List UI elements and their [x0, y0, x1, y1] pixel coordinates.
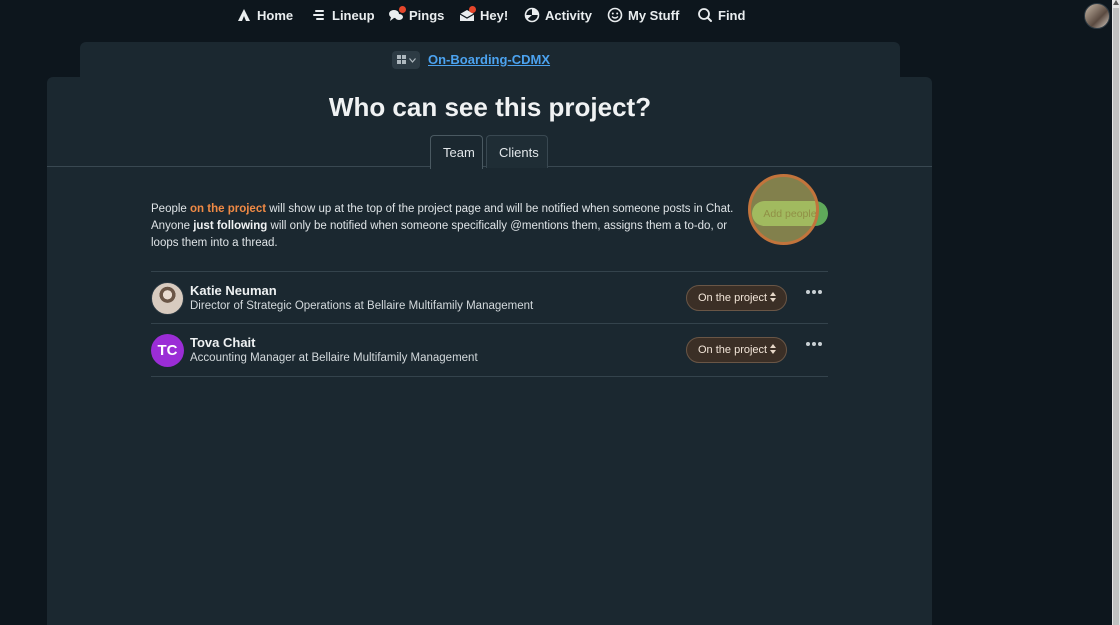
add-people-button[interactable]: Add people	[752, 201, 828, 226]
person-name: Tova Chait	[190, 335, 256, 350]
pings-notification-dot	[399, 6, 406, 13]
desc-on-project: on the project	[190, 203, 267, 215]
tab-clients[interactable]: Clients	[486, 135, 548, 168]
nav-find-label: Find	[718, 7, 746, 23]
desc-just-following: just following	[193, 220, 268, 232]
hey-notification-dot	[469, 6, 476, 13]
select-caret-icon	[770, 292, 776, 302]
person-role: Director of Strategic Operations at Bell…	[190, 300, 534, 312]
tab-team[interactable]: Team	[430, 135, 483, 169]
account-avatar[interactable]	[1084, 3, 1110, 29]
person-role: Accounting Manager at Bellaire Multifami…	[190, 352, 478, 364]
nav-find[interactable]: Find	[697, 7, 745, 23]
access-level-value: On the project	[698, 292, 768, 304]
home-icon	[238, 9, 250, 21]
scroll-up-arrow-icon[interactable]	[1113, 0, 1119, 5]
person-name: Katie Neuman	[190, 283, 277, 298]
access-level-select[interactable]: On the project	[686, 337, 787, 363]
chevron-down-icon	[408, 57, 416, 63]
person-row: TC Tova Chait Accounting Manager at Bell…	[151, 324, 828, 374]
nav-hey-label: Hey!	[480, 7, 509, 23]
scrollbar-thumb[interactable]	[1113, 8, 1119, 625]
scrollbar[interactable]	[1112, 0, 1120, 625]
avatar	[151, 282, 184, 315]
top-nav: Home Lineup Pings Hey! Activity My Stuff…	[0, 0, 1120, 34]
nav-pings[interactable]: Pings	[388, 6, 445, 23]
nav-lineup[interactable]: Lineup	[311, 7, 375, 23]
nav-my-stuff[interactable]: My Stuff	[607, 7, 679, 23]
project-header: On-Boarding-CDMX	[80, 42, 900, 82]
grid-icon	[396, 55, 406, 64]
access-level-select[interactable]: On the project	[686, 285, 787, 311]
avatar: TC	[151, 334, 184, 367]
project-switcher-button[interactable]	[392, 51, 420, 69]
search-icon	[698, 8, 712, 22]
desc-text-1: People	[151, 203, 191, 215]
page-title: Who can see this project?	[328, 92, 652, 122]
lineup-icon	[313, 10, 324, 20]
nav-lineup-label: Lineup	[332, 7, 375, 23]
more-options-button[interactable]	[806, 342, 822, 346]
project-name-link[interactable]: On-Boarding-CDMX	[428, 52, 550, 67]
visibility-description: People on the project will show up at th…	[151, 201, 741, 252]
nav-activity[interactable]: Activity	[524, 7, 592, 23]
nav-hey[interactable]: Hey!	[459, 6, 509, 23]
nav-home[interactable]: Home	[236, 7, 293, 23]
nav-pings-label: Pings	[409, 7, 445, 23]
more-options-button[interactable]	[806, 290, 822, 294]
nav-activity-label: Activity	[545, 7, 592, 23]
activity-icon	[524, 7, 540, 23]
list-divider	[151, 376, 828, 377]
smiley-icon	[607, 7, 623, 23]
access-level-value: On the project	[698, 344, 768, 356]
nav-my-stuff-label: My Stuff	[628, 7, 680, 23]
select-caret-icon	[770, 344, 776, 354]
nav-home-label: Home	[257, 7, 294, 23]
person-row: Katie Neuman Director of Strategic Opera…	[151, 272, 828, 322]
